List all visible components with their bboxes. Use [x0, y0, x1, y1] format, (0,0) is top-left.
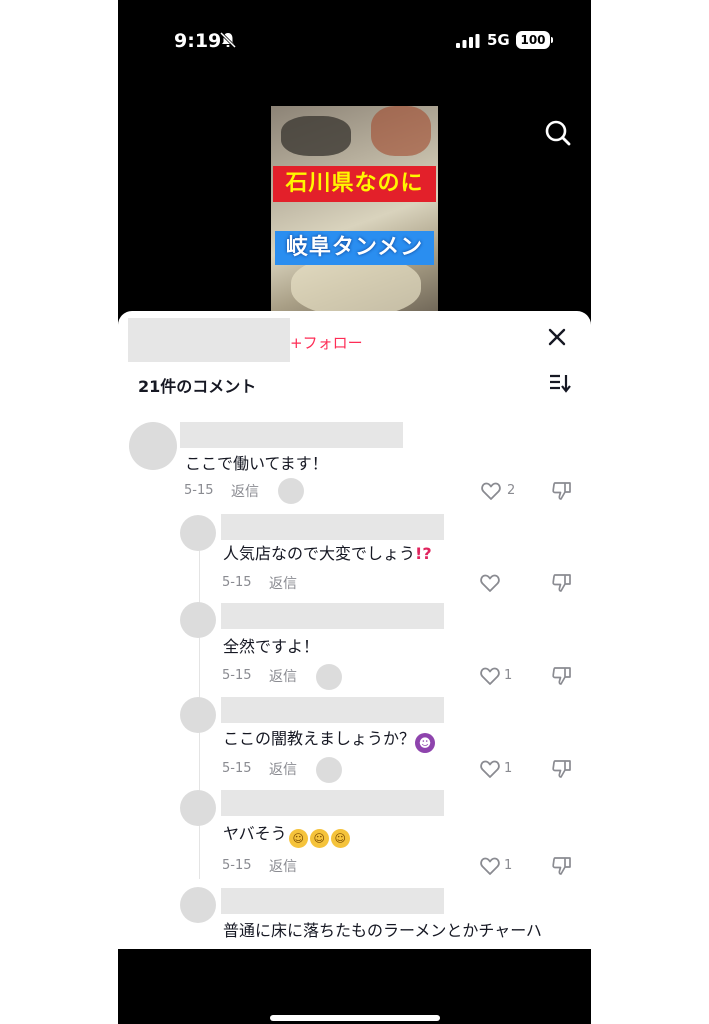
redacted-username: [221, 790, 444, 816]
redacted-username: [221, 514, 444, 540]
comment-date: 5-15: [222, 858, 252, 873]
video-thumbnail[interactable]: 石川県なのに 岐阜タンメン: [271, 106, 438, 318]
comment-text: ここで働いてます！: [185, 454, 328, 473]
comment-date: 5-15: [222, 668, 252, 683]
avatar[interactable]: [180, 790, 216, 826]
creator-liked-avatar: [316, 664, 342, 690]
phone-screen: 9:19 5G 100 石川県なのに 岐阜タンメン +フォロー 21件のコメント: [118, 0, 591, 1024]
redacted-username: [180, 422, 403, 448]
creator-liked-avatar: [316, 757, 342, 783]
heart-icon[interactable]: [480, 760, 500, 778]
search-icon[interactable]: [544, 119, 572, 147]
redacted-username: [128, 318, 290, 362]
creator-liked-avatar: [278, 478, 304, 504]
heart-icon[interactable]: [481, 482, 501, 500]
signal-icon: [456, 34, 480, 48]
battery-icon: 100: [516, 31, 550, 49]
heart-icon[interactable]: [480, 857, 500, 875]
avatar[interactable]: [129, 422, 177, 470]
comment-text: ヤバそう ☺ ☺ ☺: [223, 820, 350, 848]
close-icon[interactable]: [548, 328, 566, 346]
food-image-part: [371, 106, 431, 156]
home-indicator[interactable]: [270, 1015, 440, 1021]
reply-button[interactable]: 返信: [269, 666, 297, 686]
dislike-icon[interactable]: [552, 856, 572, 876]
dislike-icon[interactable]: [552, 759, 572, 779]
bell-off-icon: [219, 31, 237, 49]
heart-icon[interactable]: [480, 667, 500, 685]
video-caption-top: 石川県なのに: [273, 166, 436, 202]
food-image-part: [281, 116, 351, 156]
reply-button[interactable]: 返信: [231, 481, 259, 501]
comment-count: 21件のコメント: [138, 377, 257, 396]
comment-text: 人気店なので大変でしょう!?: [223, 544, 432, 563]
network-type: 5G: [487, 31, 510, 49]
avatar[interactable]: [180, 602, 216, 638]
reply-button[interactable]: 返信: [269, 856, 297, 876]
dislike-icon[interactable]: [552, 573, 572, 593]
avatar[interactable]: [180, 697, 216, 733]
comment-sheet: +フォロー 21件のコメント ここで働いてます！ 5-15 返信 2 人気店なの…: [118, 311, 591, 949]
rolling-laughing-emoji: ☺: [309, 829, 329, 848]
rolling-laughing-emoji: ☺: [330, 829, 350, 848]
video-caption-bottom: 岐阜タンメン: [275, 231, 434, 265]
follow-button[interactable]: +フォロー: [290, 332, 363, 353]
avatar[interactable]: [180, 887, 216, 923]
like-count: 1: [504, 858, 513, 873]
like-count: 1: [504, 668, 513, 683]
redacted-username: [221, 888, 444, 914]
status-time: 9:19: [174, 30, 222, 52]
food-image-part: [291, 256, 421, 316]
reply-button[interactable]: 返信: [269, 573, 297, 593]
devil-emoji: ☻: [415, 733, 436, 753]
dislike-icon[interactable]: [552, 481, 572, 501]
exclamation-question-emoji: !?: [415, 544, 432, 563]
comment-text: 全然ですよ！: [223, 637, 320, 656]
rolling-laughing-emoji: ☺: [288, 829, 308, 848]
like-count: 1: [504, 761, 513, 776]
redacted-username: [221, 603, 444, 629]
like-count: 2: [507, 483, 516, 498]
battery-tip: [551, 37, 553, 43]
avatar[interactable]: [180, 515, 216, 551]
redacted-username: [221, 697, 444, 723]
heart-icon[interactable]: [480, 574, 500, 592]
sort-icon[interactable]: [549, 373, 571, 393]
comment-text: ここの闇教えましょうか？ ☻: [223, 725, 436, 753]
comment-text: 普通に床に落ちたものラーメンとかチャーハ: [223, 921, 542, 940]
dislike-icon[interactable]: [552, 666, 572, 686]
comment-date: 5-15: [184, 483, 214, 498]
reply-button[interactable]: 返信: [269, 759, 297, 779]
comment-date: 5-15: [222, 575, 252, 590]
comment-date: 5-15: [222, 761, 252, 776]
